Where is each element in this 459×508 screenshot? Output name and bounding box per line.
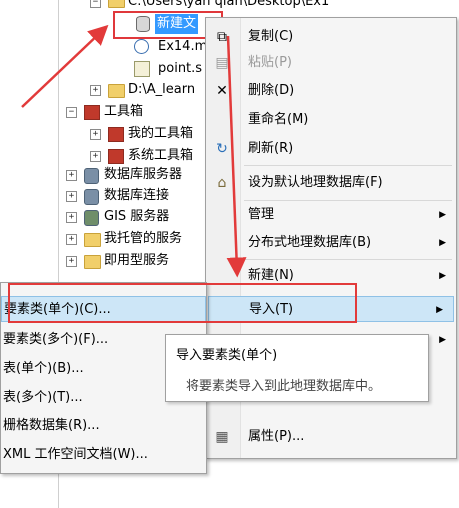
tree-node-d-learn[interactable]: + D:\A_learn [90, 80, 210, 100]
tree-node-hosted-services[interactable]: + 我托管的服务 [66, 229, 216, 249]
menu-separator [244, 200, 452, 201]
ready-services-icon [84, 255, 101, 269]
expand-icon[interactable]: + [66, 170, 77, 181]
refresh-icon: ↻ [216, 141, 228, 157]
submenu-item-label: 栅格数据集(R)... [3, 418, 100, 433]
menu-item-distributed-gdb[interactable]: 分布式地理数据库(B) ▶ [206, 230, 456, 256]
tree-node-label: 即用型服务 [104, 253, 170, 268]
tooltip-title: 导入要素类(单个) [176, 348, 278, 363]
submenu-item-label: 表(多个)(T)... [3, 390, 83, 405]
menu-item-manage[interactable]: 管理 ▶ [206, 202, 456, 228]
expand-icon[interactable]: + [90, 151, 101, 162]
tree-node-label: 我托管的服务 [104, 231, 183, 246]
menu-item-copy[interactable]: ⧉ 复制(C) [206, 24, 456, 50]
submenu-arrow-icon: ▶ [436, 305, 443, 315]
submenu-arrow-icon: ▶ [439, 238, 446, 248]
shapefile-icon [134, 61, 150, 77]
expand-icon[interactable]: + [66, 256, 77, 267]
collapse-icon[interactable]: − [66, 107, 77, 118]
tree-node-label: 工具箱 [104, 104, 144, 119]
tooltip: 导入要素类(单个) 将要素类导入到此地理数据库中。 [165, 334, 429, 402]
menu-item-delete[interactable]: ✕ 删除(D) [206, 78, 456, 104]
submenu-item-label: 表(单个)(B)... [3, 361, 84, 376]
expand-icon[interactable]: + [66, 234, 77, 245]
toolbox-icon [108, 127, 124, 142]
tree-node-database-servers[interactable]: + 数据库服务器 [66, 165, 216, 185]
hosted-services-icon [84, 233, 101, 247]
menu-item-refresh[interactable]: ↻ 刷新(R) [206, 136, 456, 162]
collapse-icon[interactable]: − [90, 0, 101, 8]
submenu-item-xml-workspace[interactable]: XML 工作空间文档(W)... [1, 442, 206, 468]
gis-server-icon [84, 210, 99, 226]
annotation-box-import [8, 283, 357, 323]
tooltip-description: 将要素类导入到此地理数据库中。 [186, 379, 382, 394]
submenu-arrow-icon: ▶ [439, 210, 446, 220]
tree-node-label: 数据库服务器 [104, 167, 183, 182]
tree-node-my-toolboxes[interactable]: + 我的工具箱 [90, 124, 210, 144]
menu-item-label: 粘贴(P) [248, 55, 292, 70]
expand-icon[interactable]: + [90, 85, 101, 96]
menu-item-label: 属性(P)... [248, 429, 305, 444]
submenu-item-label: XML 工作空间文档(W)... [3, 447, 148, 462]
expand-icon[interactable]: + [90, 129, 101, 140]
menu-item-properties[interactable]: ▦ 属性(P)... [206, 424, 456, 450]
copy-icon: ⧉ [217, 29, 227, 45]
menu-separator [244, 165, 452, 166]
map-document-icon [134, 39, 149, 54]
tree-node-label: GIS 服务器 [104, 209, 170, 224]
tree-node-label: Ex14.m [158, 39, 208, 54]
default-gdb-icon: ⌂ [217, 175, 227, 191]
menu-item-label: 管理 [248, 207, 275, 222]
tree-node-label: 系统工具箱 [128, 148, 194, 163]
menu-item-label: 分布式地理数据库(B) [248, 235, 372, 250]
menu-item-label: 重命名(M) [248, 112, 309, 127]
expand-icon[interactable]: + [66, 212, 77, 223]
delete-icon: ✕ [216, 83, 228, 99]
submenu-arrow-icon: ▶ [439, 271, 446, 281]
menu-separator [244, 259, 452, 260]
menu-item-label: 设为默认地理数据库(F) [248, 175, 383, 190]
toolbox-icon [84, 105, 100, 120]
submenu-item-label: 要素类(多个)(F)... [3, 332, 109, 347]
tree-node-label: point.s [158, 61, 203, 76]
tree-node-label: 我的工具箱 [128, 126, 194, 141]
tree-node-toolboxes[interactable]: − 工具箱 [66, 102, 206, 122]
database-server-icon [84, 168, 99, 184]
tree-node-point-shp[interactable]: point.s [134, 59, 214, 79]
properties-icon: ▦ [215, 429, 229, 445]
menu-item-label: 刷新(R) [248, 141, 294, 156]
database-connection-icon [84, 189, 99, 205]
menu-item-set-default-gdb[interactable]: ⌂ 设为默认地理数据库(F) [206, 170, 456, 196]
submenu-item-raster-datasets[interactable]: 栅格数据集(R)... [1, 413, 206, 439]
tree-node-label: 数据库连接 [104, 188, 170, 203]
menu-item-rename[interactable]: 重命名(M) [206, 107, 456, 133]
submenu-arrow-icon: ▶ [439, 335, 446, 345]
tree-node-database-connections[interactable]: + 数据库连接 [66, 186, 216, 206]
folder-icon [108, 84, 125, 98]
paste-icon: ▤ [215, 55, 229, 71]
tree-node-system-toolboxes[interactable]: + 系统工具箱 [90, 146, 210, 166]
expand-icon[interactable]: + [66, 191, 77, 202]
tree-node-gis-servers[interactable]: + GIS 服务器 [66, 207, 216, 227]
tree-node-label: D:\A_learn [128, 82, 196, 97]
tree-node-ready-services[interactable]: + 即用型服务 [66, 251, 216, 271]
folder-icon [108, 0, 125, 8]
menu-item-paste: ▤ 粘贴(P) [206, 50, 456, 76]
tree-node-ex14-mxd[interactable]: Ex14.m [134, 37, 214, 57]
toolbox-icon [108, 149, 124, 164]
menu-item-label: 删除(D) [248, 83, 295, 98]
menu-item-label: 复制(C) [248, 29, 294, 44]
